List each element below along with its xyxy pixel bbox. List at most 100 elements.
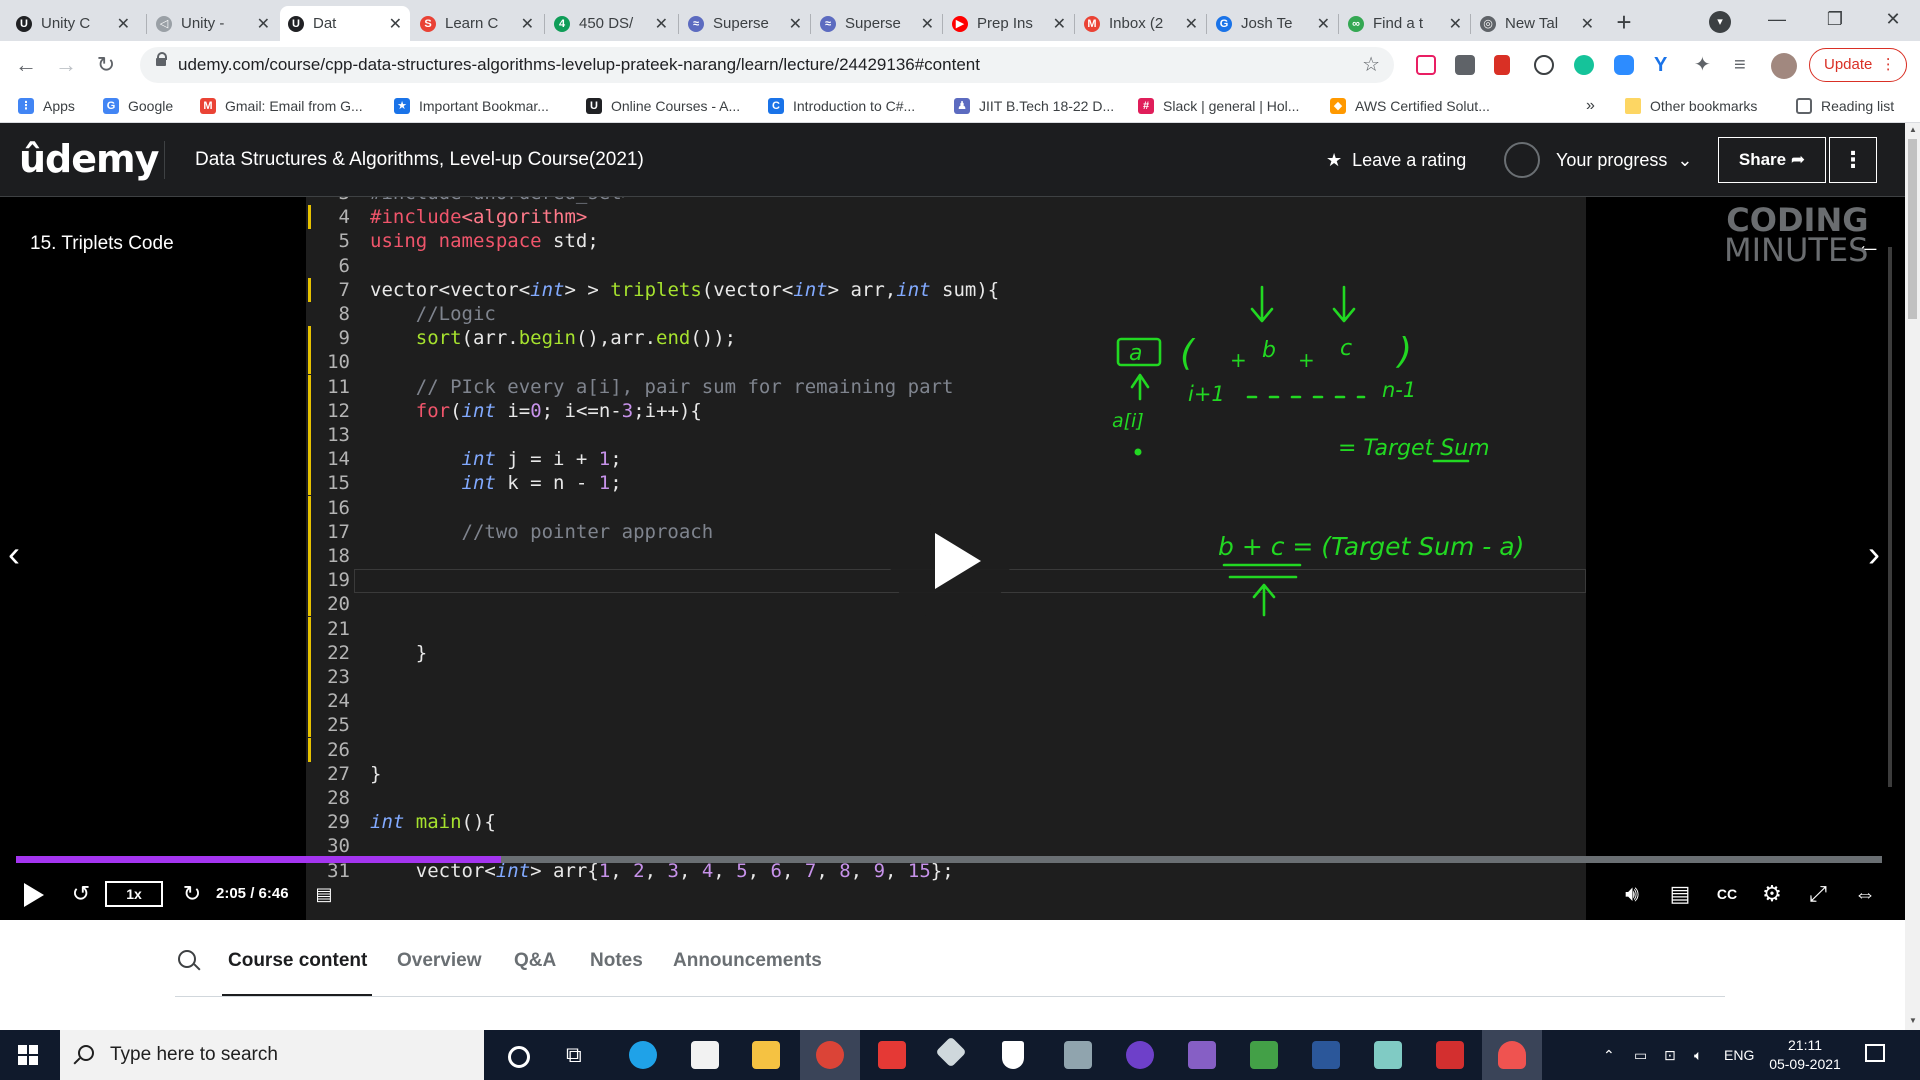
tab-close-icon[interactable]: ✕ — [117, 14, 130, 34]
bookmark-item[interactable]: C Introduction to C#... — [768, 89, 915, 122]
cortana-icon[interactable] — [508, 1046, 530, 1068]
media-control-icon[interactable]: ≡ — [1734, 55, 1754, 75]
new-tab-button[interactable]: + — [1610, 9, 1638, 37]
edge-icon[interactable] — [629, 1041, 657, 1069]
browser-tab[interactable]: M Inbox (2 ✕ — [1076, 6, 1206, 41]
share-button[interactable]: Share ➦ — [1718, 137, 1826, 183]
tab-close-icon[interactable]: ✕ — [1581, 14, 1594, 34]
taskbar-clock[interactable]: 21:11 05-09-2021 — [1768, 1036, 1842, 1074]
scroll-down-icon[interactable]: ▼ — [1909, 1016, 1917, 1025]
browser-tab[interactable]: ◁ Unity - ✕ — [148, 6, 278, 41]
other-bookmarks[interactable]: Other bookmarks — [1625, 89, 1757, 122]
udemy-logo[interactable]: ûdemy — [19, 137, 159, 181]
tab-close-icon[interactable]: ✕ — [521, 14, 534, 34]
reading-list[interactable]: Reading list — [1796, 89, 1894, 122]
bookmark-item[interactable]: G Google — [103, 89, 173, 122]
browser-tab[interactable]: 4 450 DS/ ✕ — [546, 6, 676, 41]
tab-close-icon[interactable]: ✕ — [1185, 14, 1198, 34]
zoom-extension-icon[interactable] — [1614, 55, 1634, 75]
windows-start-icon[interactable] — [18, 1045, 38, 1065]
lens-extension-icon[interactable] — [1534, 55, 1554, 75]
tab-close-icon[interactable]: ✕ — [389, 14, 402, 34]
browser-tab[interactable]: ∞ Find a t ✕ — [1340, 6, 1470, 41]
acrobat-icon[interactable] — [1436, 1041, 1464, 1069]
more-options-icon[interactable]: ⋮ — [1829, 137, 1877, 183]
search-icon[interactable] — [178, 950, 196, 968]
tab-close-icon[interactable]: ✕ — [1053, 14, 1066, 34]
task-view-icon[interactable]: ⧉ — [566, 1041, 594, 1069]
app-icon-blocks[interactable] — [1250, 1041, 1278, 1069]
battery-icon[interactable]: ▭ — [1634, 1030, 1647, 1080]
play-icon[interactable] — [24, 883, 44, 907]
tab-course-content[interactable]: Course content — [228, 950, 367, 972]
browser-tab[interactable]: ≈ Superse ✕ — [812, 6, 942, 41]
chrome-icon[interactable] — [816, 1041, 844, 1069]
bookmark-star-icon[interactable]: ☆ — [1362, 47, 1380, 83]
security-shield-icon[interactable] — [1002, 1041, 1024, 1069]
scroll-up-icon[interactable]: ▲ — [1909, 125, 1917, 134]
captions-icon[interactable]: CC — [1712, 879, 1742, 909]
rewind-icon[interactable]: ↺ — [66, 879, 96, 909]
page-scroll-thumb[interactable] — [1908, 139, 1917, 319]
course-title[interactable]: Data Structures & Algorithms, Level-up C… — [195, 123, 644, 197]
your-progress-button[interactable]: Your progress ⌄ — [1556, 123, 1693, 197]
close-window-icon[interactable]: ✕ — [1864, 0, 1920, 41]
address-bar[interactable]: udemy.com/course/cpp-data-structures-alg… — [140, 47, 1394, 83]
browser-tab[interactable]: U Unity C ✕ — [8, 6, 138, 41]
lock-icon[interactable] — [156, 52, 167, 66]
browser-tab[interactable]: U Dat ✕ — [280, 6, 410, 41]
tab-close-icon[interactable]: ✕ — [1317, 14, 1330, 34]
expand-theater-icon[interactable]: ⇔ — [1848, 879, 1882, 909]
video-progress-bar[interactable] — [16, 856, 1882, 863]
transcript-icon[interactable]: ▤ — [1665, 879, 1695, 909]
minimize-icon[interactable]: — — [1748, 0, 1806, 41]
bookmark-item[interactable]: ⋮ Apps — [18, 89, 75, 122]
bookmark-item[interactable]: # Slack | general | Hol... — [1138, 89, 1299, 122]
app-icon-snipping[interactable] — [1498, 1041, 1526, 1069]
app-icon-gray[interactable] — [1064, 1041, 1092, 1069]
bookmark-item[interactable]: ◆ AWS Certified Solut... — [1330, 89, 1490, 122]
browser-tab[interactable]: ≈ Superse ✕ — [680, 6, 810, 41]
tab-close-icon[interactable]: ✕ — [1449, 14, 1462, 34]
big-play-button[interactable] — [890, 501, 1010, 621]
store-icon[interactable] — [691, 1041, 719, 1069]
settings-gear-icon[interactable]: ⚙ — [1757, 879, 1787, 909]
tab-close-icon[interactable]: ✕ — [257, 14, 270, 34]
tab-notes[interactable]: Notes — [590, 950, 643, 972]
tab-close-icon[interactable]: ✕ — [921, 14, 934, 34]
profile-avatar[interactable] — [1771, 53, 1797, 79]
bookmarks-overflow-icon[interactable]: » — [1586, 89, 1595, 122]
pdf-extension-icon[interactable] — [1494, 55, 1510, 75]
url-text[interactable]: udemy.com/course/cpp-data-structures-alg… — [178, 47, 980, 83]
update-button[interactable]: Update ⋮ — [1809, 48, 1907, 82]
tab-close-icon[interactable]: ✕ — [789, 14, 802, 34]
unity-icon[interactable] — [935, 1036, 967, 1068]
bookmark-note-icon[interactable]: ▤ — [312, 879, 336, 909]
word-icon[interactable] — [1312, 1041, 1340, 1069]
bookmark-item[interactable]: ★ Important Bookmar... — [394, 89, 549, 122]
language-indicator[interactable]: ENG — [1724, 1030, 1754, 1080]
fullscreen-icon[interactable]: ⤢ — [1803, 879, 1833, 909]
bookmark-item[interactable]: ♟ JIIT B.Tech 18-22 D... — [954, 89, 1114, 122]
extensions-puzzle-icon[interactable]: ✦ — [1694, 55, 1714, 75]
forward-icon-player[interactable]: ↻ — [177, 879, 207, 909]
taskbar-search[interactable]: Type here to search — [60, 1030, 484, 1080]
bookmark-item[interactable]: M Gmail: Email from G... — [200, 89, 363, 122]
restore-icon[interactable]: ❐ — [1806, 0, 1864, 41]
leave-rating-button[interactable]: ★ Leave a rating — [1326, 123, 1466, 197]
app-icon-red[interactable] — [878, 1041, 906, 1069]
page-scrollbar[interactable]: ▲ ▼ — [1905, 123, 1920, 1030]
playback-speed-button[interactable]: 1x — [105, 881, 163, 907]
browser-tab[interactable]: G Josh Te ✕ — [1208, 6, 1338, 41]
browser-tab[interactable]: ▶ Prep Ins ✕ — [944, 6, 1074, 41]
tab-announcements[interactable]: Announcements — [673, 950, 822, 972]
tray-chevron-icon[interactable]: ⌃ — [1603, 1030, 1615, 1080]
vpn-extension-icon[interactable]: Y — [1654, 55, 1674, 75]
tab-qa[interactable]: Q&A — [514, 950, 556, 972]
reload-icon[interactable]: ↻ — [92, 51, 120, 79]
extension-icon[interactable] — [1455, 55, 1475, 75]
browser-tab[interactable]: S Learn C ✕ — [412, 6, 542, 41]
speaker-icon[interactable]: 🔈︎ — [1694, 1030, 1702, 1080]
forward-icon[interactable]: → — [52, 51, 80, 79]
back-icon[interactable]: ← — [12, 51, 40, 79]
